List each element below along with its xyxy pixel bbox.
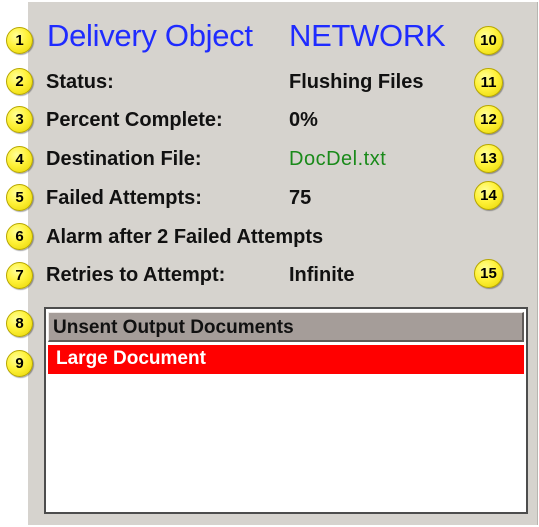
status-label: Status:	[46, 71, 114, 93]
callout-marker: 5	[6, 184, 33, 211]
delivery-object-name: NETWORK	[289, 18, 446, 53]
destination-file-value: DocDel.txt	[289, 148, 387, 170]
unsent-documents-list[interactable]: Unsent Output Documents Large Document	[44, 307, 528, 514]
callout-marker: 15	[474, 259, 503, 288]
percent-complete-label: Percent Complete:	[46, 109, 223, 131]
callout-marker: 2	[6, 68, 33, 95]
failed-attempts-value: 75	[289, 187, 312, 209]
failed-attempts-label: Failed Attempts:	[46, 187, 202, 209]
callout-marker: 12	[474, 105, 503, 134]
list-item[interactable]: Large Document	[48, 345, 524, 374]
callout-marker: 9	[6, 350, 33, 377]
list-item-label: Large Document	[56, 348, 206, 369]
callout-marker: 1	[6, 27, 33, 54]
callout-marker: 10	[474, 26, 503, 55]
destination-file-label: Destination File:	[46, 148, 202, 170]
delivery-object-title: Delivery Object	[47, 18, 253, 53]
unsent-documents-header-label: Unsent Output Documents	[53, 317, 294, 338]
callout-marker: 14	[474, 181, 503, 210]
callout-marker: 6	[6, 223, 33, 250]
unsent-documents-header[interactable]: Unsent Output Documents	[48, 312, 524, 342]
alarm-label: Alarm after 2 Failed Attempts	[46, 226, 324, 248]
callout-marker: 11	[474, 68, 503, 97]
status-value: Flushing Files	[289, 71, 424, 93]
callout-marker: 4	[6, 146, 33, 173]
callout-marker: 3	[6, 106, 33, 133]
retries-value: Infinite	[289, 264, 355, 286]
retries-label: Retries to Attempt:	[46, 264, 226, 286]
callout-marker: 7	[6, 262, 33, 289]
callout-marker: 13	[474, 144, 503, 173]
percent-complete-value: 0%	[289, 109, 318, 131]
callout-marker: 8	[6, 310, 33, 337]
